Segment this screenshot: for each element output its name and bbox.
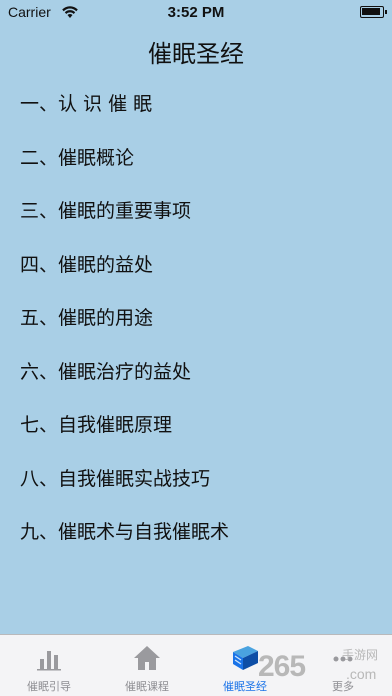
tab-bar: 催眠引导 催眠课程 催眠圣经 更多: [0, 634, 392, 696]
book-icon: [233, 646, 258, 670]
chapter-item-4[interactable]: 四、催眠的益处: [0, 237, 392, 291]
home-icon: [134, 646, 160, 670]
app-screen: Carrier 3:52 PM 催眠圣经 一、认 识 催 眠 二、催眠概论 三、…: [0, 0, 392, 696]
chapter-item-6[interactable]: 六、催眠治疗的益处: [0, 344, 392, 398]
battery-icon: [360, 6, 387, 18]
clock: 3:52 PM: [167, 4, 225, 21]
tab-hypnosis-bible[interactable]: 催眠圣经: [196, 635, 294, 696]
chapter-list: 一、认 识 催 眠 二、催眠概论 三、催眠的重要事项 四、催眠的益处 五、催眠的…: [0, 76, 392, 558]
tab-label: 更多: [332, 680, 354, 693]
chapter-item-7[interactable]: 七、自我催眠原理: [0, 397, 392, 451]
page-title: 催眠圣经: [148, 40, 244, 68]
tab-hypnosis-course[interactable]: 催眠课程: [98, 635, 196, 696]
chapter-item-5[interactable]: 五、催眠的用途: [0, 290, 392, 344]
chapter-item-3[interactable]: 三、催眠的重要事项: [0, 183, 392, 237]
chapter-item-2[interactable]: 二、催眠概论: [0, 130, 392, 184]
tab-label: 催眠引导: [27, 680, 71, 693]
more-icon: [333, 656, 353, 662]
bar-chart-icon: [37, 651, 61, 671]
tab-hypnosis-guide[interactable]: 催眠引导: [0, 635, 98, 696]
chapter-item-9[interactable]: 九、催眠术与自我催眠术: [0, 504, 392, 558]
tab-more[interactable]: 更多: [294, 635, 392, 696]
chapter-item-1[interactable]: 一、认 识 催 眠: [0, 76, 392, 130]
status-bar: Carrier 3:52 PM: [0, 0, 392, 28]
chapter-item-8[interactable]: 八、自我催眠实战技巧: [0, 451, 392, 505]
tab-label: 催眠课程: [125, 680, 169, 693]
tab-label: 催眠圣经: [223, 680, 267, 693]
